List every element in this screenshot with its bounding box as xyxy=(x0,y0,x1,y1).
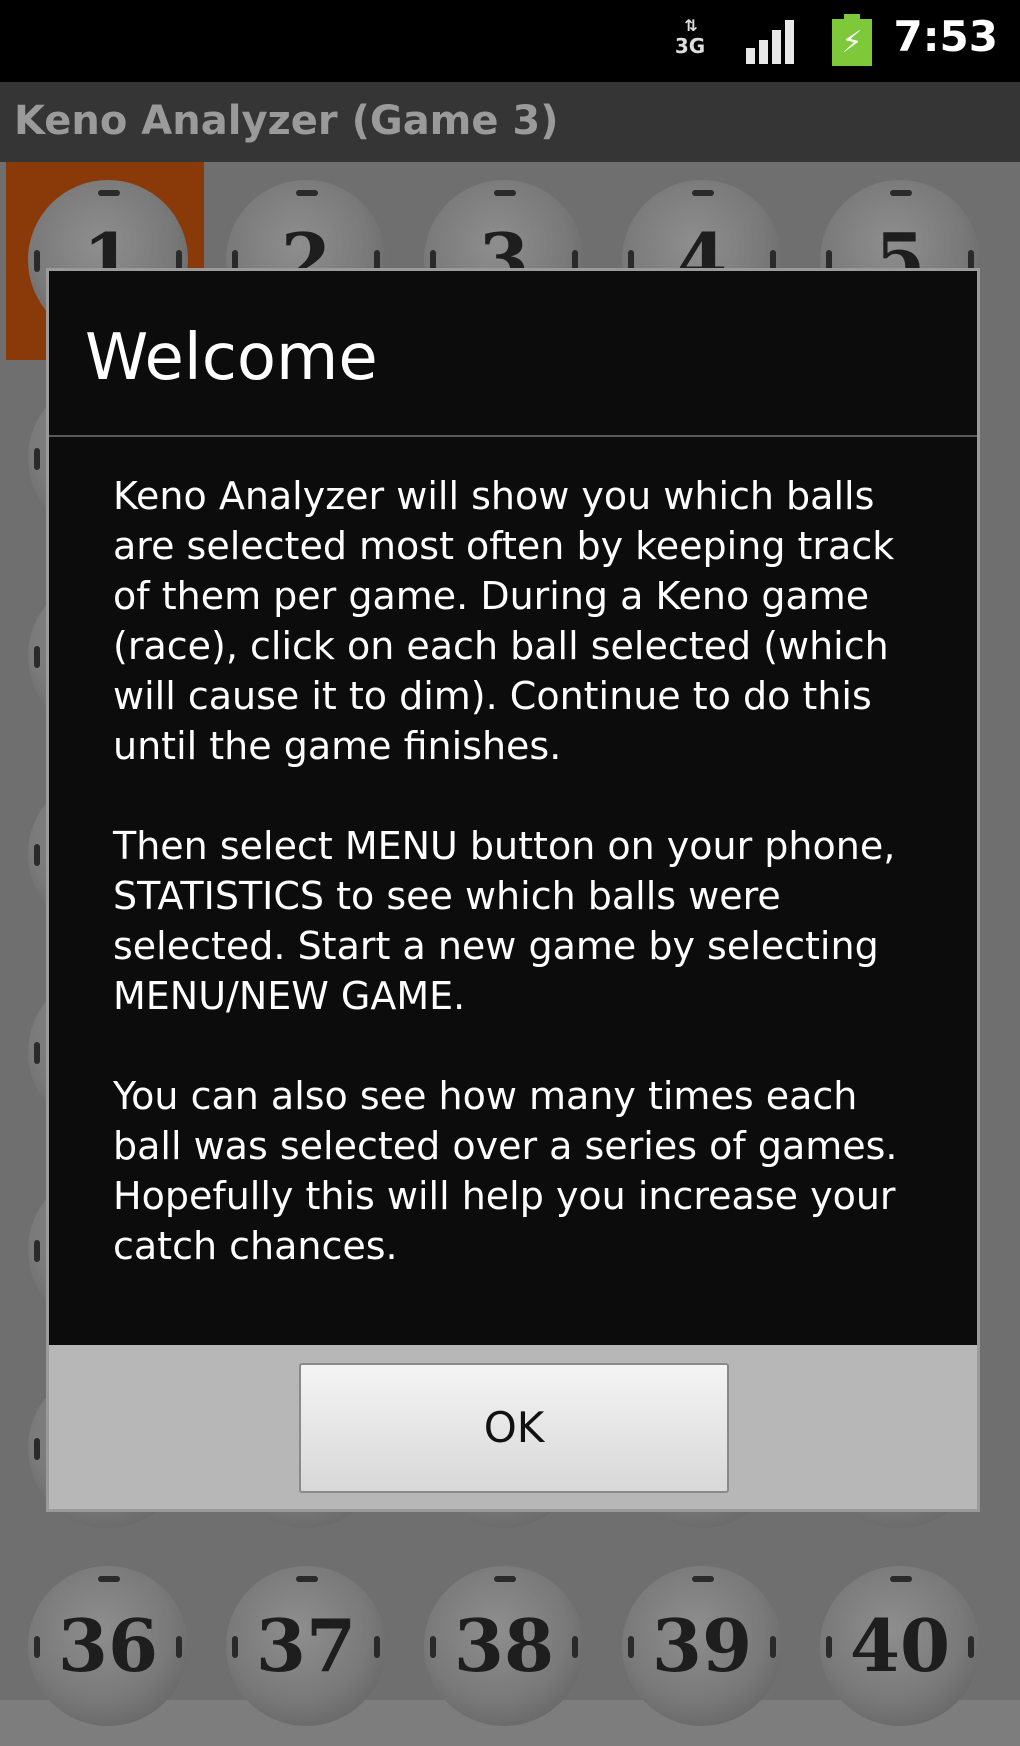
signal-bars-icon xyxy=(746,20,798,64)
status-bar: ⇅ 3G ⚡ 7:53 xyxy=(0,0,1020,82)
ok-button[interactable]: OK xyxy=(299,1363,729,1493)
ball-icon: 40 xyxy=(820,1566,980,1726)
dialog-message: Keno Analyzer will show you which balls … xyxy=(113,474,898,1268)
ball-number: 37 xyxy=(255,1603,357,1688)
ball-number: 39 xyxy=(651,1603,753,1688)
ball-37[interactable]: 37 xyxy=(204,1548,402,1746)
dialog-divider xyxy=(49,435,977,437)
dialog-footer: OK xyxy=(49,1345,977,1509)
ball-36[interactable]: 36 xyxy=(6,1548,204,1746)
app-title: Keno Analyzer (Game 3) xyxy=(14,98,559,144)
status-time: 7:53 xyxy=(893,12,998,61)
network-type-label: 3G xyxy=(674,34,706,58)
battery-charging-icon: ⚡ xyxy=(832,14,872,66)
welcome-dialog: Welcome Keno Analyzer will show you whic… xyxy=(46,268,980,1512)
ball-40[interactable]: 40 xyxy=(798,1548,996,1746)
ball-39[interactable]: 39 xyxy=(600,1548,798,1746)
ball-number: 36 xyxy=(57,1603,159,1688)
app-title-bar: Keno Analyzer (Game 3) xyxy=(0,82,1020,162)
network-icon: ⇅ 3G xyxy=(670,16,710,64)
ball-icon: 38 xyxy=(424,1566,584,1726)
ball-number: 38 xyxy=(453,1603,555,1688)
ball-38[interactable]: 38 xyxy=(402,1548,600,1746)
ball-icon: 36 xyxy=(28,1566,188,1726)
ball-icon: 37 xyxy=(226,1566,386,1726)
ball-number: 40 xyxy=(849,1603,951,1688)
ball-icon: 39 xyxy=(622,1566,782,1726)
dialog-title: Welcome xyxy=(85,321,378,395)
